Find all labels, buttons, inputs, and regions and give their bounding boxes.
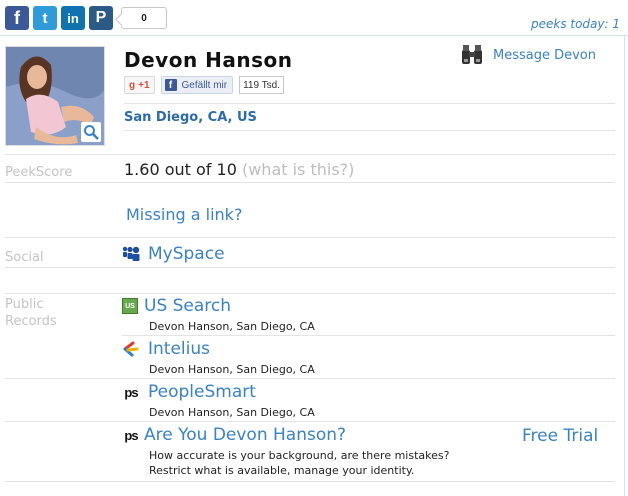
divider: [5, 154, 615, 155]
peekscore-number: 1.60 out of 10: [124, 160, 237, 179]
myspace-icon: [122, 245, 140, 263]
public-records-label-line1: Public: [5, 297, 44, 312]
fb-like-button[interactable]: f Gefällt mir: [160, 76, 234, 94]
myspace-title: MySpace: [148, 244, 225, 264]
facebook-icon[interactable]: f: [5, 6, 29, 30]
divider: [122, 335, 615, 336]
what-is-this-link[interactable]: (what is this?): [242, 160, 354, 179]
peekscore-value: 1.60 out of 10 (what is this?): [124, 160, 354, 179]
divider: [5, 267, 615, 268]
peeks-today: peeks today: 1: [530, 17, 620, 31]
social-buttons: g +1 f Gefällt mir 119 Tsd.: [124, 76, 284, 94]
divider: [124, 130, 615, 131]
peoplesmart-promo-icon: ps: [124, 427, 138, 443]
record-link-intelius[interactable]: Intelius: [122, 339, 210, 359]
divider: [5, 182, 615, 183]
divider: [5, 293, 615, 294]
missing-link[interactable]: Missing a link?: [126, 205, 242, 224]
gplus-button[interactable]: g +1: [124, 76, 155, 94]
divider: [5, 481, 615, 482]
fb-like-label: Gefällt mir: [181, 79, 228, 91]
twitter-glyph: t: [42, 9, 48, 27]
ussearch-detail: Devon Hanson, San Diego, CA: [149, 320, 315, 333]
ussearch-icon-text: US: [125, 302, 135, 310]
profile-name: Devon Hanson: [124, 48, 293, 72]
linkedin-icon[interactable]: in: [61, 6, 85, 30]
message-button[interactable]: Message Devon: [460, 44, 596, 66]
gplus-label: +1: [138, 79, 150, 91]
zoom-graphic: [84, 125, 99, 140]
fb-like-count: 119 Tsd.: [239, 76, 284, 94]
top-divider: [0, 35, 628, 36]
social-link-myspace[interactable]: MySpace: [122, 244, 225, 264]
peoplesmart-icon: ps: [124, 384, 138, 400]
twitter-icon[interactable]: t: [33, 6, 57, 30]
intelius-icon: [122, 340, 140, 358]
linkedin-glyph: in: [67, 10, 79, 26]
peoplesmart-detail: Devon Hanson, San Diego, CA: [149, 406, 315, 419]
divider: [124, 103, 615, 104]
ussearch-icon: US: [122, 298, 138, 314]
intelius-title: Intelius: [148, 339, 210, 359]
record-link-peoplesmart[interactable]: ps PeopleSmart: [122, 382, 256, 402]
peekscore-label: PeekScore: [5, 165, 73, 180]
pinterest-icon[interactable]: P: [89, 6, 113, 30]
facebook-like-icon: f: [164, 79, 177, 91]
profile-location: San Diego, CA, US: [124, 110, 257, 125]
public-records-label: Public Records: [5, 296, 57, 330]
profile-photo[interactable]: [5, 46, 105, 146]
promo-line1: How accurate is your background, are the…: [149, 449, 450, 462]
divider: [5, 421, 615, 422]
pinterest-glyph: P: [95, 9, 107, 26]
gplus-g: g: [129, 79, 136, 91]
public-records-label-line2: Records: [5, 314, 57, 329]
intelius-graphic: [123, 341, 139, 357]
binoculars-icon: [462, 45, 482, 64]
peoplesmart-title: PeopleSmart: [148, 382, 256, 402]
zoom-icon[interactable]: [81, 122, 101, 142]
share-count: 0: [121, 7, 167, 29]
record-link-ussearch[interactable]: US US Search: [122, 296, 231, 316]
share-bar: f t in P 0: [5, 5, 167, 31]
facebook-glyph: f: [14, 7, 20, 28]
right-border: [624, 35, 625, 496]
myspace-graphic: [122, 246, 140, 261]
intelius-detail: Devon Hanson, San Diego, CA: [149, 363, 315, 376]
divider: [5, 237, 615, 238]
divider: [5, 378, 615, 379]
message-label: Message Devon: [493, 47, 597, 63]
promo-title: Are You Devon Hanson?: [144, 425, 347, 445]
ussearch-title: US Search: [144, 296, 232, 316]
promo-link[interactable]: ps Are You Devon Hanson?: [122, 425, 346, 445]
promo-line2: Restrict what is available, manage your …: [149, 464, 415, 477]
social-label: Social: [5, 250, 44, 265]
free-trial-link[interactable]: Free Trial: [522, 426, 598, 446]
